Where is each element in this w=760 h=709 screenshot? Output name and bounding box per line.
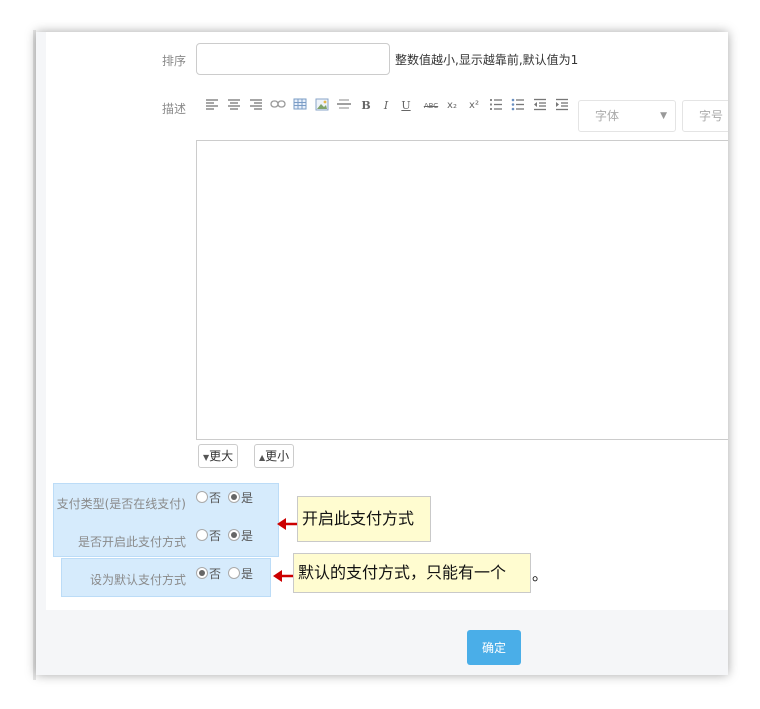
dialog: 排序 整数值越小,显示越靠前,默认值为1 描述 B I U ABC x₂ x² … [36,32,728,675]
unordered-list-icon[interactable] [510,98,526,114]
size-select-value: 字号 [699,109,724,123]
outdent-icon[interactable] [532,98,548,114]
chevron-down-icon: ▼ [660,111,667,121]
enabled-radio-group: 否是 [196,527,260,544]
sort-label: 排序 [161,54,186,68]
link-icon[interactable] [270,98,286,114]
radio-button[interactable] [196,529,208,541]
radio-button-selected[interactable] [196,567,208,579]
bold-icon[interactable]: B [358,98,374,114]
enable-annotation: 开启此支付方式 [297,496,431,542]
align-center-icon[interactable] [226,98,242,114]
default-no-option[interactable]: 否 [196,567,221,581]
strikethrough-icon[interactable]: ABC [420,98,442,114]
subscript-icon[interactable]: x₂ [444,98,460,114]
annotation-period: 。 [532,565,549,584]
italic-icon[interactable]: I [378,98,394,114]
editor-toolbar: B I U ABC x₂ x² 字体 ▼ 字号 [196,92,728,136]
shrink-label: 更小 [265,449,290,463]
font-select[interactable]: 字体 ▼ [578,100,676,132]
enabled-yes-option[interactable]: 是 [228,529,253,543]
pay-type-no-option[interactable]: 否 [196,491,221,505]
horizontal-rule-icon[interactable] [336,98,352,114]
superscript-icon[interactable]: x² [466,98,482,114]
enlarge-label: 更大 [209,449,234,463]
form-panel: 排序 整数值越小,显示越靠前,默认值为1 描述 B I U ABC x₂ x² … [46,32,728,610]
radio-button-selected[interactable] [228,529,241,541]
description-label: 描述 [161,102,186,116]
size-select[interactable]: 字号 [682,100,728,132]
radio-button[interactable] [196,491,208,503]
image-icon[interactable] [314,98,330,114]
table-icon[interactable] [292,98,308,114]
align-left-icon[interactable] [204,98,220,114]
rich-text-editor[interactable] [196,140,728,440]
align-right-icon[interactable] [248,98,264,114]
pay-type-yes-option[interactable]: 是 [228,491,253,505]
ordered-list-icon[interactable] [488,98,504,114]
enlarge-editor-button[interactable]: ▼更大 [198,444,239,468]
default-annotation: 默认的支付方式，只能有一个 [293,553,531,593]
pay-type-label: 支付类型(是否在线支付) [56,497,186,511]
background-strip [0,0,36,709]
default-radio-group: 否是 [196,565,260,582]
font-select-value: 字体 [595,109,620,123]
enabled-no-option[interactable]: 否 [196,529,221,543]
default-label: 设为默认支付方式 [89,573,186,587]
confirm-button[interactable]: 确定 [467,630,521,665]
shrink-editor-button[interactable]: ▲更小 [254,444,295,468]
default-yes-option[interactable]: 是 [228,567,253,581]
sort-input[interactable] [196,43,390,75]
radio-button-selected[interactable] [228,491,241,503]
enabled-label: 是否开启此支付方式 [77,535,186,549]
radio-button[interactable] [228,567,241,579]
underline-icon[interactable]: U [398,98,414,114]
sort-hint: 整数值越小,显示越靠前,默认值为1 [395,53,579,67]
indent-icon[interactable] [554,98,570,114]
pay-type-radio-group: 否是 [196,489,260,506]
